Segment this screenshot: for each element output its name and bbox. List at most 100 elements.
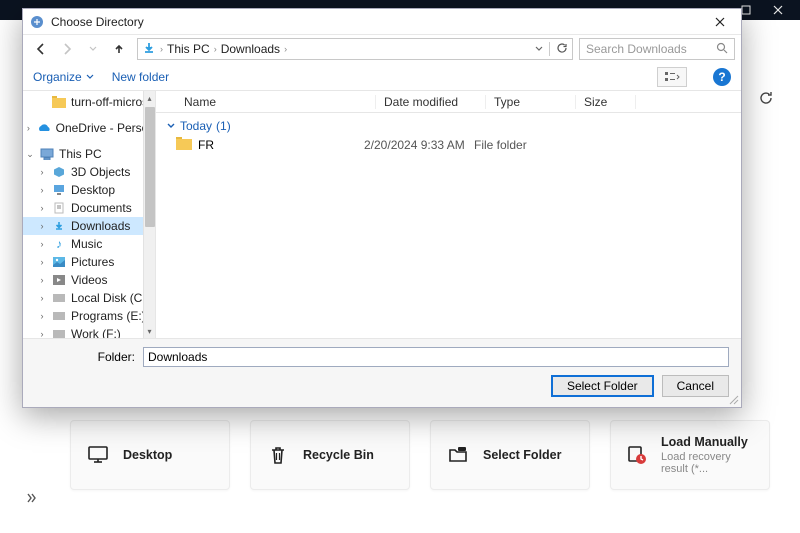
onedrive-icon xyxy=(36,120,52,136)
tree-item-videos[interactable]: ›Videos xyxy=(23,271,155,289)
card-label: Recycle Bin xyxy=(303,448,374,462)
tree-item-3d-objects[interactable]: ›3D Objects xyxy=(23,163,155,181)
tree-item-this-pc[interactable]: ⌄This PC xyxy=(23,145,155,163)
desktop-icon xyxy=(51,182,67,198)
card-load-manually[interactable]: Load Manually Load recovery result (*... xyxy=(610,420,770,490)
item-type: File folder xyxy=(474,138,564,152)
close-app-button[interactable] xyxy=(762,0,794,20)
search-placeholder: Search Downloads xyxy=(586,42,687,56)
recent-dropdown[interactable] xyxy=(81,37,105,61)
tree-label: Documents xyxy=(71,201,132,215)
tree-item-desktop[interactable]: ›Desktop xyxy=(23,181,155,199)
card-label: Load Manually xyxy=(661,435,753,449)
expand-icon[interactable] xyxy=(22,489,40,507)
item-date: 2/20/2024 9:33 AM xyxy=(364,138,474,152)
chevron-down-icon xyxy=(166,121,176,131)
col-size[interactable]: Size xyxy=(576,95,636,109)
address-dropdown-icon[interactable] xyxy=(535,42,543,56)
card-label: Select Folder xyxy=(483,448,562,462)
disk-icon xyxy=(51,308,67,324)
tree-scrollbar[interactable]: ▴ ▾ xyxy=(143,91,155,338)
document-icon xyxy=(51,200,67,216)
column-headers: Name Date modified Type Size xyxy=(156,91,741,113)
dialog-titlebar: Choose Directory xyxy=(23,9,741,35)
tree-label: Work (F:) xyxy=(71,327,121,338)
tree-label: Videos xyxy=(71,273,107,287)
cancel-button[interactable]: Cancel xyxy=(662,375,729,397)
tree-label: Programs (E:) xyxy=(71,309,146,323)
new-folder-button[interactable]: New folder xyxy=(112,70,169,84)
card-sublabel: Load recovery result (*... xyxy=(661,451,753,475)
toolbar: Organize New folder ? xyxy=(23,63,741,91)
tree-item-downloads[interactable]: ›Downloads xyxy=(23,217,155,235)
crumb-downloads[interactable]: Downloads xyxy=(221,42,280,56)
select-folder-button[interactable]: Select Folder xyxy=(551,375,654,397)
chevron-right-icon: › xyxy=(214,44,217,54)
close-button[interactable] xyxy=(705,11,735,33)
tree-item-programs-e[interactable]: ›Programs (E:) xyxy=(23,307,155,325)
scroll-down-icon[interactable]: ▾ xyxy=(147,324,151,338)
folder-input[interactable] xyxy=(143,347,729,367)
list-item[interactable]: FR 2/20/2024 9:33 AM File folder xyxy=(156,135,741,155)
tree-item-onedrive[interactable]: ›OneDrive - Person xyxy=(23,119,155,137)
disk-icon xyxy=(51,326,67,338)
address-bar[interactable]: › This PC › Downloads › xyxy=(137,38,573,60)
view-options-button[interactable] xyxy=(657,67,687,87)
up-button[interactable] xyxy=(107,37,131,61)
item-name: FR xyxy=(198,138,214,152)
desktop-icon xyxy=(87,444,109,466)
crumb-this-pc[interactable]: This PC xyxy=(167,42,210,56)
folder-open-icon xyxy=(447,444,469,466)
tree-label: OneDrive - Person xyxy=(56,121,155,135)
card-select-folder[interactable]: Select Folder xyxy=(430,420,590,490)
disk-icon xyxy=(51,290,67,306)
resize-grip-icon[interactable] xyxy=(727,393,739,405)
folder-label: Folder: xyxy=(35,350,135,364)
dialog-title: Choose Directory xyxy=(51,15,705,29)
tree-label: Desktop xyxy=(71,183,115,197)
refresh-address-icon[interactable] xyxy=(556,42,568,57)
scroll-thumb[interactable] xyxy=(145,107,155,227)
tree-label: Pictures xyxy=(71,255,114,269)
group-header-today[interactable]: Today (1) xyxy=(156,113,741,135)
divider xyxy=(549,42,550,56)
download-icon xyxy=(51,218,67,234)
tree-item-quick[interactable]: turn-off-microso xyxy=(23,93,155,111)
tree-item-work-f[interactable]: ›Work (F:) xyxy=(23,325,155,338)
location-cards: Desktop Recycle Bin Select Folder Load M… xyxy=(70,420,770,490)
search-input[interactable]: Search Downloads xyxy=(579,38,735,60)
col-date[interactable]: Date modified xyxy=(376,95,486,109)
tree-item-documents[interactable]: ›Documents xyxy=(23,199,155,217)
pictures-icon xyxy=(51,254,67,270)
chevron-right-icon: › xyxy=(160,44,163,54)
back-button[interactable] xyxy=(29,37,53,61)
folder-icon xyxy=(176,137,192,153)
refresh-icon[interactable] xyxy=(754,86,778,110)
forward-button[interactable] xyxy=(55,37,79,61)
tree-label: Downloads xyxy=(71,219,130,233)
tree-item-pictures[interactable]: ›Pictures xyxy=(23,253,155,271)
choose-directory-dialog: Choose Directory › This PC › Downloads ›… xyxy=(22,8,742,408)
card-recycle-bin[interactable]: Recycle Bin xyxy=(250,420,410,490)
tree-label: Music xyxy=(71,237,102,251)
col-name[interactable]: Name xyxy=(176,95,376,109)
download-arrow-icon xyxy=(142,41,156,58)
tree-item-music[interactable]: ›♪Music xyxy=(23,235,155,253)
scroll-up-icon[interactable]: ▴ xyxy=(147,91,151,105)
group-count: (1) xyxy=(216,119,231,133)
cube-icon xyxy=(51,164,67,180)
card-desktop[interactable]: Desktop xyxy=(70,420,230,490)
video-icon xyxy=(51,272,67,288)
organize-label: Organize xyxy=(33,70,82,84)
nav-row: › This PC › Downloads › Search Downloads xyxy=(23,35,741,63)
tree-label: 3D Objects xyxy=(71,165,130,179)
dialog-footer: Folder: Select Folder Cancel xyxy=(23,338,741,407)
tree-label: This PC xyxy=(59,147,102,161)
col-type[interactable]: Type xyxy=(486,95,576,109)
organize-menu[interactable]: Organize xyxy=(33,70,94,84)
search-icon xyxy=(716,42,728,57)
tree-label: Local Disk (C:) xyxy=(71,291,150,305)
app-icon xyxy=(29,14,45,30)
help-button[interactable]: ? xyxy=(713,68,731,86)
tree-item-local-disk-c[interactable]: ›Local Disk (C:) xyxy=(23,289,155,307)
